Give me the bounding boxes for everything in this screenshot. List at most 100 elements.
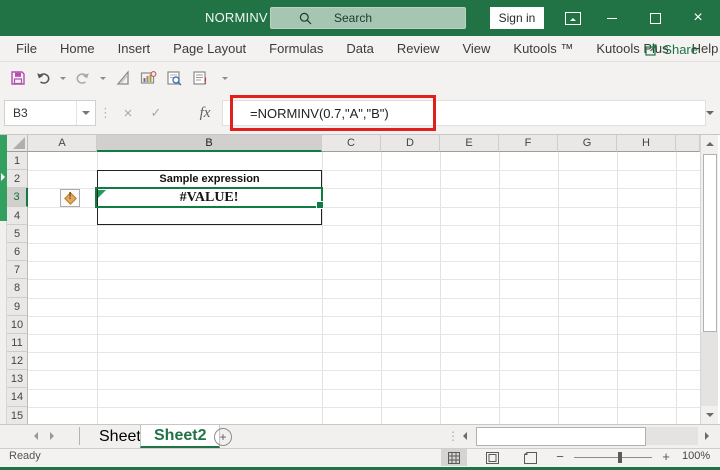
row-header-9[interactable]: 9: [7, 298, 28, 316]
name-box[interactable]: B3: [4, 100, 96, 126]
document-properties-button[interactable]: !: [192, 70, 209, 86]
row-header-12[interactable]: 12: [7, 352, 28, 370]
row-header-14[interactable]: 14: [7, 388, 28, 406]
column-header-e[interactable]: E: [440, 135, 499, 152]
row-header-5[interactable]: 5: [7, 225, 28, 243]
cell-b2[interactable]: Sample expression: [97, 170, 322, 188]
scroll-down-button[interactable]: [701, 406, 718, 424]
redo-dropdown-caret-icon[interactable]: [100, 77, 106, 83]
row-header-10[interactable]: 10: [7, 316, 28, 334]
cell-b3-value: #VALUE!: [180, 190, 239, 206]
camera-chart-icon: [140, 70, 157, 86]
gridline-horizontal: [28, 370, 700, 371]
undo-button[interactable]: [35, 70, 51, 86]
column-header-h[interactable]: H: [617, 135, 676, 152]
search-input[interactable]: Search: [270, 7, 466, 29]
tab-data[interactable]: Data: [346, 41, 373, 56]
error-options-button[interactable]: !: [60, 189, 80, 207]
zoom-slider-track[interactable]: [574, 457, 652, 458]
row-header-13[interactable]: 13: [7, 370, 28, 388]
tab-view[interactable]: View: [462, 41, 490, 56]
fill-handle[interactable]: [316, 201, 324, 209]
row-headers: 123456789101112131415: [7, 152, 28, 425]
gridline-horizontal: [28, 389, 700, 390]
enter-button[interactable]: ✓: [143, 100, 169, 126]
zoom-in-button[interactable]: +: [658, 449, 674, 466]
vertical-scrollbar-thumb[interactable]: [703, 154, 717, 332]
qat-overflow-chevron-icon[interactable]: [222, 77, 228, 83]
row-header-4[interactable]: 4: [7, 207, 28, 225]
share-button[interactable]: Share: [645, 36, 698, 62]
sign-in-button[interactable]: Sign in: [490, 7, 544, 29]
save-button[interactable]: [10, 70, 26, 86]
new-sheet-button[interactable]: +: [214, 428, 232, 446]
row-header-2[interactable]: 2: [7, 170, 28, 188]
column-header-a[interactable]: A: [28, 135, 97, 152]
vertical-scrollbar[interactable]: [700, 135, 718, 424]
column-header-c[interactable]: C: [322, 135, 381, 152]
row-header-7[interactable]: 7: [7, 261, 28, 279]
plus-icon: +: [219, 431, 226, 443]
row-header-6[interactable]: 6: [7, 243, 28, 261]
select-all-button[interactable]: [7, 135, 28, 152]
insert-function-button[interactable]: fx: [192, 100, 218, 126]
undo-dropdown-caret-icon[interactable]: [60, 77, 66, 83]
column-header-partial[interactable]: [676, 135, 700, 152]
sheet-nav-next-button[interactable]: [44, 424, 64, 448]
maximize-icon: [650, 13, 661, 24]
triangle-left-icon: [30, 432, 38, 440]
row-header-3[interactable]: 3: [7, 188, 28, 206]
column-header-d[interactable]: D: [381, 135, 440, 152]
tab-file[interactable]: File: [16, 41, 37, 56]
name-box-dropdown[interactable]: [76, 101, 95, 125]
minimize-button[interactable]: [597, 0, 627, 36]
formula-bar-expand-button[interactable]: [697, 100, 720, 126]
tab-kutools[interactable]: Kutools ™: [513, 41, 573, 56]
cancel-button[interactable]: ×: [115, 100, 141, 126]
row-header-15[interactable]: 15: [7, 407, 28, 425]
column-headers: ABCDEFGH: [28, 135, 700, 152]
row-header-11[interactable]: 11: [7, 334, 28, 352]
tab-formulas[interactable]: Formulas: [269, 41, 323, 56]
column-header-f[interactable]: F: [499, 135, 558, 152]
page-layout-view-button[interactable]: [479, 449, 505, 466]
normal-view-button[interactable]: [441, 449, 467, 466]
gridline-horizontal: [28, 261, 700, 262]
cell-b3-selected[interactable]: #VALUE!: [95, 187, 323, 208]
draw-border-button[interactable]: [115, 70, 131, 86]
tab-home[interactable]: Home: [60, 41, 95, 56]
zoom-level[interactable]: 100%: [682, 450, 710, 462]
name-box-value: B3: [5, 106, 76, 120]
zoom-out-button[interactable]: −: [552, 449, 568, 466]
fx-icon: fx: [200, 105, 211, 122]
sheet-tab-sheet2[interactable]: Sheet2: [140, 425, 220, 448]
zoom-slider-thumb[interactable]: [618, 452, 622, 463]
horizontal-scrollbar-track[interactable]: [646, 427, 698, 445]
sheet-nav-prev-button[interactable]: [24, 424, 44, 448]
camera-chart-button[interactable]: [140, 70, 157, 86]
left-pane-toggle[interactable]: [0, 135, 7, 221]
scroll-left-button[interactable]: [456, 427, 474, 445]
left-pane-scrollbar[interactable]: [0, 135, 7, 424]
cancel-icon: ×: [124, 105, 133, 122]
print-preview-button[interactable]: [166, 70, 183, 86]
column-header-b[interactable]: B: [97, 135, 322, 152]
page-layout-icon: [486, 452, 499, 464]
minimize-icon: [607, 18, 617, 19]
column-header-g[interactable]: G: [558, 135, 617, 152]
ribbon-display-options-button[interactable]: [558, 0, 588, 36]
tab-insert[interactable]: Insert: [118, 41, 151, 56]
row-header-8[interactable]: 8: [7, 279, 28, 297]
tab-page-layout[interactable]: Page Layout: [173, 41, 246, 56]
row-header-1[interactable]: 1: [7, 152, 28, 170]
scroll-up-button[interactable]: [701, 135, 718, 152]
ribbon-tab-bar: File Home Insert Page Layout Formulas Da…: [0, 36, 720, 62]
close-button[interactable]: ×: [683, 0, 713, 36]
horizontal-scrollbar-thumb[interactable]: [476, 427, 646, 446]
tab-review[interactable]: Review: [397, 41, 440, 56]
scroll-right-button[interactable]: [698, 427, 716, 445]
gridline-vertical: [558, 152, 559, 424]
page-break-preview-button[interactable]: [517, 449, 543, 466]
redo-button[interactable]: [75, 70, 91, 86]
maximize-button[interactable]: [640, 0, 670, 36]
